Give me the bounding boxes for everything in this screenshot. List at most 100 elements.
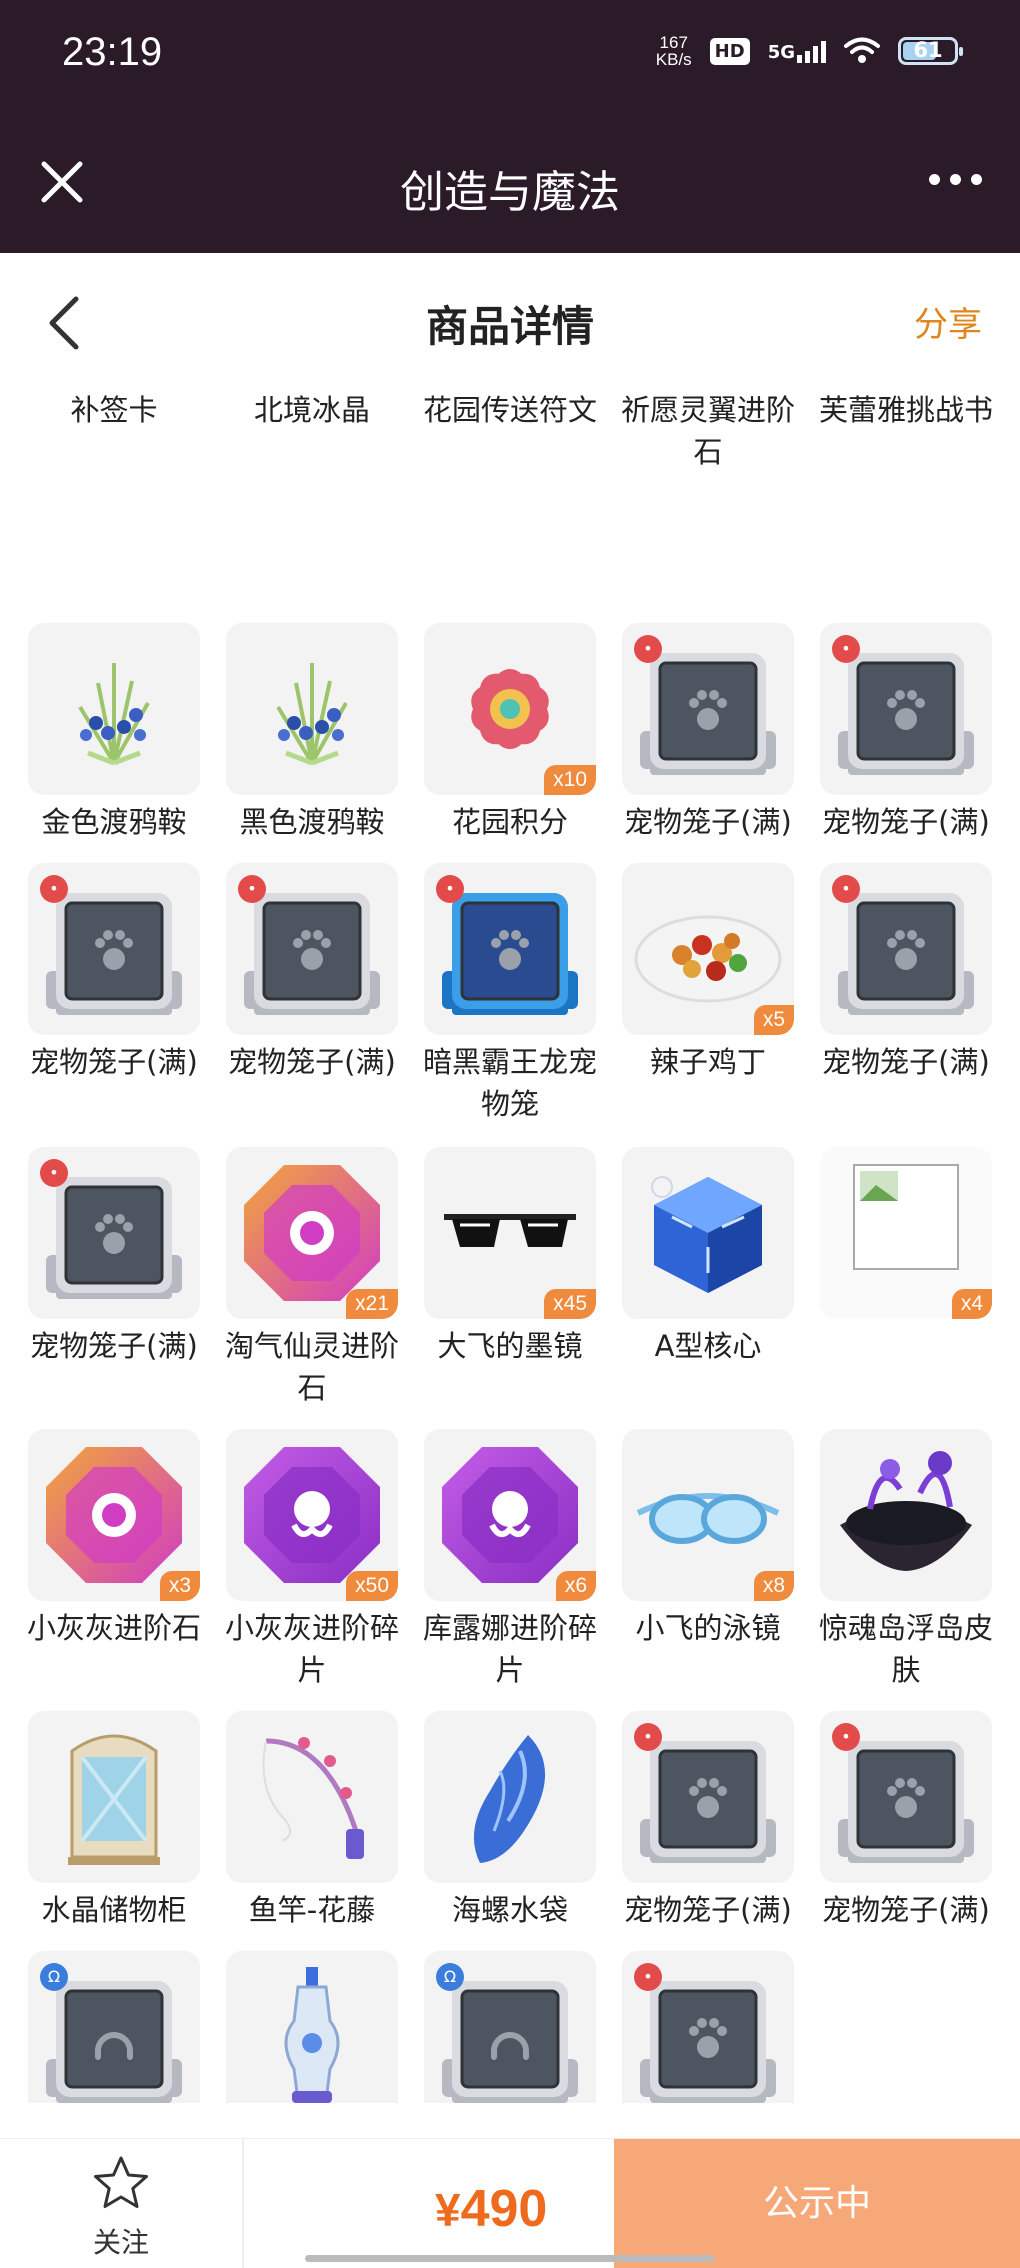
item-thumbnail: x4 [820,1147,992,1319]
item-quantity-badge: x10 [544,765,596,795]
item-card[interactable]: 黑色渡鸦鞍 [226,623,398,843]
item-quantity-badge: x3 [159,1571,200,1601]
item-card[interactable]: x2补签卡 [28,383,200,431]
item-quantity-badge: x4 [951,1289,992,1319]
currency-symbol: ¥ [435,2184,461,2236]
item-grid: x2补签卡x9北境冰晶花园传送符文祈愿灵翼进阶石x34芙蕾雅挑战书 金色渡鸦鞍 … [0,383,1020,2103]
item-label: 惊魂岛浮岛皮肤 [818,1611,993,1687]
item-label: 补签卡 [70,393,158,427]
item-label: 鱼竿-花藤 [248,1893,376,1927]
pet-badge-icon: • [832,635,860,663]
item-card[interactable]: • 宠物笼子(满) [226,863,398,1083]
item-card[interactable]: 水袋-水晶瓶 [226,1951,398,2103]
item-thumbnail: x21 [226,1147,398,1319]
item-card[interactable]: Ω坐骑笼子(满) [28,1951,200,2103]
item-card[interactable]: •宠物笼子(满) [28,863,200,1083]
item-card[interactable]: •宠物笼子(满) [820,1711,992,1931]
public-display-status-button[interactable]: 公示中 [614,2139,1020,2268]
cellular-signal-icon: 5G [768,39,826,63]
item-label: 库露娜进阶碎片 [422,1611,597,1687]
page-header: 商品详情 分享 [0,253,1020,383]
pet-badge-icon: • [436,875,464,903]
divider [242,2139,244,2268]
item-thumbnail [820,1429,992,1601]
item-card[interactable]: • 宠物笼子(满) [820,863,992,1083]
item-label: 淘气仙灵进阶石 [224,1329,399,1405]
item-label: 宠物笼子(满) [228,1045,396,1079]
item-label: 辣子鸡丁 [649,1045,766,1079]
item-thumbnail: x5 [622,863,794,1035]
home-indicator [305,2255,715,2262]
app-bar: 创造与魔法 [0,110,1020,253]
item-card[interactable]: Ω坐骑笼子(满) [424,1951,596,2103]
item-label: 小灰灰进阶碎片 [224,1611,399,1687]
item-card[interactable]: x10 花园积分 [424,623,596,843]
item-thumbnail: x45 [424,1147,596,1319]
item-card[interactable]: x6 库露娜进阶碎片 [423,1429,597,1691]
item-card[interactable]: • 暗黑霸王龙宠物笼 [423,863,597,1125]
item-card[interactable]: x34芙蕾雅挑战书 [819,383,993,431]
bottom-action-bar: 关注 ¥490 公示中 [0,2138,1020,2268]
item-card[interactable]: 祈愿灵翼进阶石 [621,383,795,473]
item-card[interactable]: 鱼竿-花藤 [226,1711,398,1931]
status-icons: 167 KB/s HD 5G 61 [655,33,963,69]
net-speed: 167 KB/s [655,33,692,69]
mount-badge-icon: Ω [40,1963,68,1991]
item-card[interactable]: x21 淘气仙灵进阶石 [225,1147,399,1409]
item-label: 宠物笼子(满) [822,1045,990,1079]
item-thumbnail: x3 [28,1429,200,1601]
item-card[interactable]: 海螺水袋 [424,1711,596,1931]
item-label: 花园传送符文 [422,393,597,427]
item-label: 水晶储物柜 [41,1893,187,1927]
item-card[interactable]: A型核心 [622,1147,794,1367]
item-thumbnail: • [622,1711,794,1883]
item-card[interactable]: x4 [820,1147,992,1325]
item-card[interactable]: 惊魂岛浮岛皮肤 [819,1429,993,1691]
item-thumbnail: • [820,863,992,1035]
item-label: 宠物笼子(满) [822,805,990,839]
item-label: 宠物笼子(满) [624,1893,792,1927]
follow-label: 关注 [92,2226,149,2259]
item-label: 北境冰晶 [253,393,370,427]
share-button[interactable]: 分享 [914,297,982,346]
item-quantity-badge: x8 [753,1571,794,1601]
item-quantity-badge: x45 [544,1289,596,1319]
item-card[interactable]: x45 大飞的墨镜 [424,1147,596,1367]
item-card[interactable]: 花园传送符文 [423,383,597,431]
item-thumbnail: x10 [424,623,596,795]
item-card[interactable]: x9北境冰晶 [226,383,398,431]
item-label: 祈愿灵翼进阶石 [620,393,795,469]
item-card[interactable]: •宠物笼子(满) [622,623,794,843]
item-card[interactable]: 水晶储物柜 [28,1711,200,1931]
item-thumbnail: x50 [226,1429,398,1601]
item-thumbnail [226,1951,398,2103]
item-thumbnail [226,623,398,795]
item-card[interactable]: x8 小飞的泳镜 [622,1429,794,1649]
pet-badge-icon: • [832,875,860,903]
item-thumbnail [28,1711,200,1883]
item-card[interactable]: 金色渡鸦鞍 [28,623,200,843]
item-thumbnail: x8 [622,1429,794,1601]
item-card[interactable]: x5 辣子鸡丁 [622,863,794,1083]
item-label: 海螺水袋 [451,1893,568,1927]
pet-badge-icon: • [634,1723,662,1751]
item-label: 大飞的墨镜 [437,1329,583,1363]
item-label: 花园积分 [451,805,568,839]
item-card[interactable]: • 宠物笼子(满) [622,1711,794,1931]
follow-button[interactable]: 关注 [60,2153,182,2261]
item-thumbnail: • [622,1951,794,2103]
item-thumbnail: x6 [424,1429,596,1601]
item-quantity-badge: x50 [346,1571,398,1601]
mount-badge-icon: Ω [436,1963,464,1991]
item-card[interactable]: x3 小灰灰进阶石 [27,1429,201,1649]
item-card[interactable]: • 宠物笼子(满) [820,623,992,843]
wifi-icon [844,37,880,63]
item-card[interactable]: •宠物笼子(满) [622,1951,794,2103]
item-thumbnail: • [622,623,794,795]
item-thumbnail [28,623,200,795]
item-thumbnail: • [226,863,398,1035]
item-card[interactable]: x50 小灰灰进阶碎片 [225,1429,399,1691]
more-menu-icon[interactable] [929,174,982,185]
pet-badge-icon: • [634,1963,662,1991]
item-card[interactable]: •宠物笼子(满) [28,1147,200,1367]
